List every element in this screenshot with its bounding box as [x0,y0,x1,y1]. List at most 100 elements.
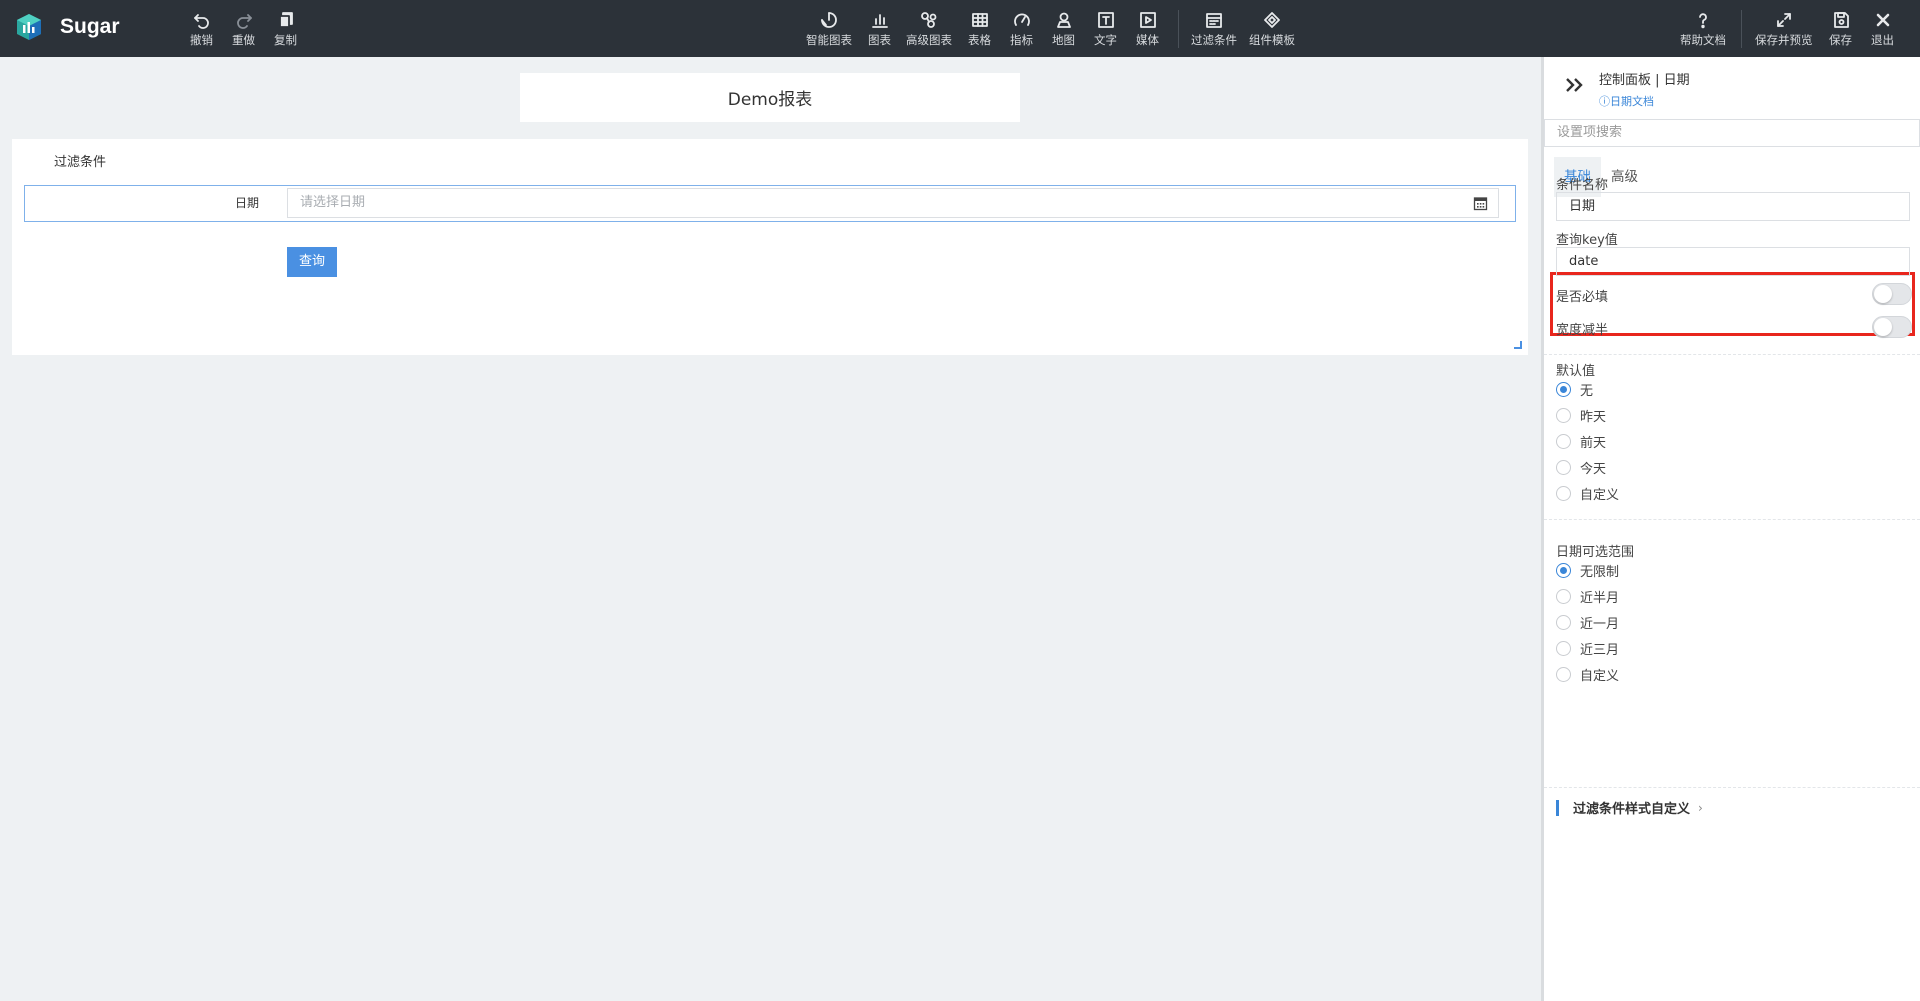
copy-button[interactable]: 复制 [274,10,297,48]
exit-label: 退出 [1871,33,1894,47]
filter-heading: 过滤条件 [54,155,107,170]
text-label: 文字 [1094,33,1117,47]
help-button[interactable]: 帮助文档 [1680,10,1726,48]
required-switch[interactable] [1872,283,1912,305]
filter-label: 过滤条件 [1191,33,1237,47]
date-filter-label: 日期 [234,196,259,210]
range-radio-three-months[interactable]: 近三月 [1556,638,1619,658]
table-icon [971,13,988,27]
brand: Sugar [14,12,120,42]
metric-label: 指标 [1010,33,1033,47]
help-label: 帮助文档 [1680,33,1726,47]
advanced-chart-icon [921,12,937,28]
range-radio-one-month[interactable]: 近一月 [1556,612,1619,632]
condition-name-input[interactable]: 日期 [1556,192,1910,221]
redo-button[interactable]: 重做 [232,10,255,48]
required-label: 是否必填 [1556,290,1609,305]
advanced-chart-label: 高级图表 [906,33,952,47]
table-label: 表格 [968,33,991,47]
date-picker-placeholder: 请选择日期 [300,195,366,210]
filter-style-custom-label: 过滤条件样式自定义 [1573,802,1691,817]
date-doc-link[interactable]: ⓘ日期文档 [1599,93,1654,109]
toolbar-separator [1178,10,1179,48]
top-toolbar: Sugar 撤销 重做 复制 智能图表 图表 高级图表 表格 指标 地图 文字 [0,0,1920,57]
default-radio-none[interactable]: 无 [1556,379,1593,399]
smart-chart-label: 智能图表 [806,33,852,47]
control-panel: 控制面板 | 日期 ⓘ日期文档 设置项搜索 基础 高级 条件名称 日期 查询ke… [1544,57,1920,1001]
section-divider [1544,354,1920,355]
sugar-logo-icon [17,14,41,40]
filter-button[interactable]: 过滤条件 [1191,10,1237,48]
default-radio-custom[interactable]: 自定义 [1556,483,1619,503]
default-value-label: 默认值 [1556,364,1596,379]
template-icon [1264,12,1280,28]
bar-chart-icon [871,14,888,28]
save-preview-label: 保存并预览 [1755,33,1813,47]
save-icon [1833,12,1849,28]
half-width-toggle-row: 宽度减半 [1556,316,1912,338]
copy-icon [278,12,293,28]
date-filter-row[interactable]: 日期 请选择日期 [24,185,1516,222]
filter-style-custom-section[interactable]: 过滤条件样式自定义 › [1556,798,1703,817]
table-button[interactable]: 表格 [968,10,991,48]
section-accent-bar [1556,799,1559,816]
resize-handle[interactable] [1514,341,1522,349]
map-pin-icon [1056,12,1071,28]
text-icon [1097,12,1114,28]
metric-button[interactable]: 指标 [1010,10,1033,48]
map-button[interactable]: 地图 [1052,10,1075,48]
map-label: 地图 [1052,33,1075,47]
text-button[interactable]: 文字 [1094,10,1117,48]
smart-chart-button[interactable]: 智能图表 [806,10,852,48]
exit-button[interactable]: 退出 [1871,10,1894,48]
tab-advanced[interactable]: 高级 [1601,157,1648,197]
range-radio-custom[interactable]: 自定义 [1556,664,1619,684]
save-preview-button[interactable]: 保存并预览 [1755,10,1813,48]
media-button[interactable]: 媒体 [1136,10,1159,48]
report-title[interactable]: Demo报表 [520,73,1020,122]
range-radio-half-month[interactable]: 近半月 [1556,586,1619,606]
chart-button[interactable]: 图表 [868,10,891,48]
undo-label: 撤销 [190,33,213,47]
save-button[interactable]: 保存 [1829,10,1852,48]
component-template-label: 组件模板 [1249,33,1295,47]
redo-label: 重做 [232,33,255,47]
chevron-right-icon: › [1698,800,1703,815]
query-key-label: 查询key值 [1556,233,1618,248]
expand-icon [1776,13,1791,27]
calendar-icon[interactable] [1473,196,1488,211]
gauge-icon [1013,13,1030,26]
redo-icon [236,14,252,29]
range-radio-unlimited[interactable]: 无限制 [1556,560,1619,580]
section-divider-3 [1544,787,1920,788]
undo-button[interactable]: 撤销 [190,10,213,48]
collapse-panel-icon[interactable] [1564,75,1586,95]
condition-name-label: 条件名称 [1556,178,1609,193]
date-picker-input[interactable]: 请选择日期 [287,188,1499,218]
default-radio-yesterday[interactable]: 昨天 [1556,405,1606,425]
required-toggle-row: 是否必填 [1556,283,1912,305]
app-name: Sugar [60,15,120,38]
component-template-button[interactable]: 组件模板 [1249,10,1295,48]
save-label: 保存 [1829,33,1852,47]
default-radio-day-before[interactable]: 前天 [1556,431,1606,451]
help-icon [1699,13,1707,29]
query-key-input[interactable]: date [1556,247,1910,276]
advanced-chart-button[interactable]: 高级图表 [906,10,952,48]
panel-title: 控制面板 | 日期 [1599,73,1690,88]
date-range-label: 日期可选范围 [1556,545,1635,560]
half-width-switch[interactable] [1872,316,1912,338]
query-button[interactable]: 查询 [287,247,337,277]
settings-search-input[interactable]: 设置项搜索 [1544,119,1920,147]
filter-calendar-icon [1206,13,1222,28]
smart-chart-icon [821,12,837,28]
media-label: 媒体 [1136,33,1159,47]
close-icon [1876,13,1889,27]
filter-component[interactable]: 过滤条件 日期 请选择日期 查询 [12,139,1528,355]
report-canvas: Demo报表 过滤条件 日期 请选择日期 查询 [0,57,1541,1001]
section-divider-2 [1544,519,1920,520]
undo-icon [193,14,209,29]
chart-label: 图表 [868,33,891,47]
default-radio-today[interactable]: 今天 [1556,457,1606,477]
media-play-icon [1139,12,1156,28]
